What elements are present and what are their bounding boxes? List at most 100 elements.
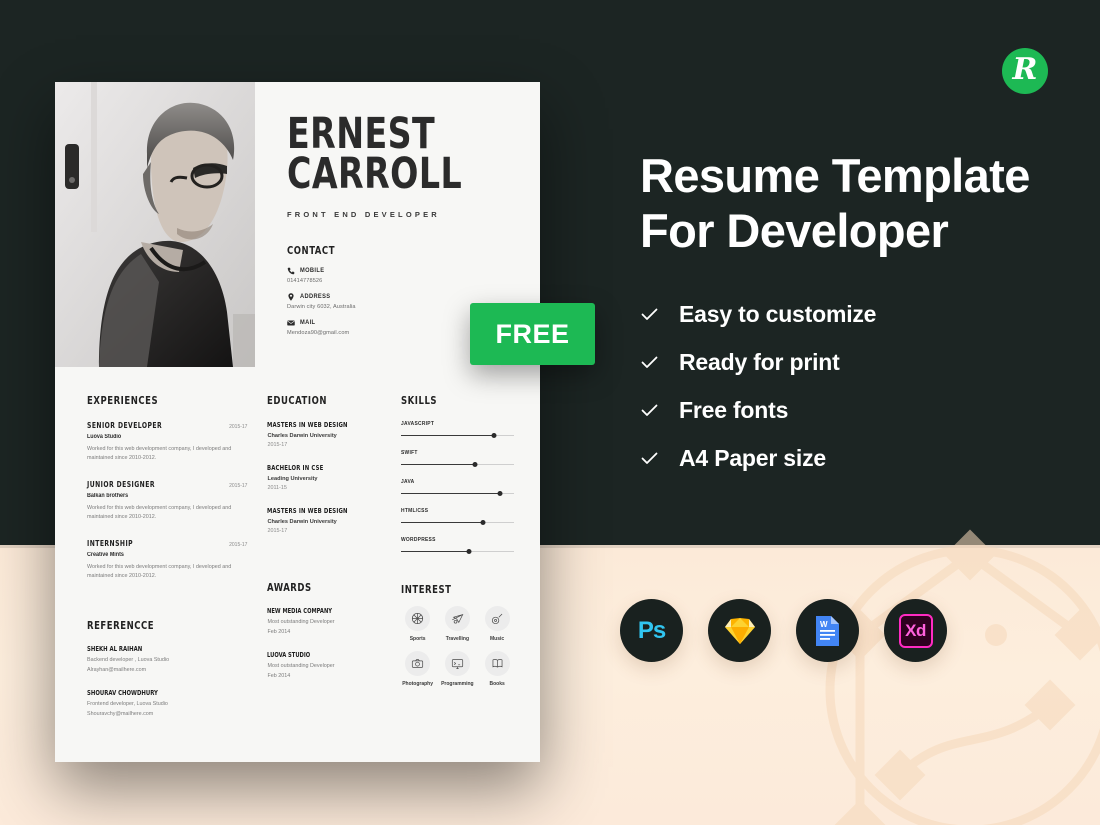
award-desc: Most outstanding Developer: [267, 663, 335, 669]
brand-logo-letter: R: [1012, 52, 1038, 87]
skill-name: JAVASCRIPT: [400, 421, 434, 427]
education-item: MASTERS IN WEB DESIGN Charles Darwin Uni…: [267, 507, 380, 534]
skill-item: JAVASCRIPT: [400, 421, 514, 439]
resume-name-line2: CARROLL: [287, 148, 463, 199]
svg-text:W: W: [820, 620, 828, 629]
interest-item: Books: [480, 651, 514, 687]
experience-desc: Worked for this web development company,…: [87, 504, 232, 521]
headline-line1: Resume Template: [640, 149, 1030, 202]
feature-item: Ready for print: [640, 349, 1060, 376]
interest-item: Travelling: [440, 606, 474, 642]
award-desc: Most outstanding Developer: [267, 619, 335, 625]
skill-slider[interactable]: [400, 461, 514, 468]
interest-label: Photography: [402, 681, 434, 687]
sketch-icon[interactable]: [708, 599, 771, 662]
experience-desc: Worked for this web development company,…: [87, 563, 232, 580]
feature-label: Free fonts: [679, 396, 789, 423]
skill-slider[interactable]: [400, 548, 514, 555]
interest-label: Programming: [441, 681, 474, 687]
reference-item: SHOURAV CHOWDHURY Frontend developer, Lu…: [87, 689, 247, 717]
guitar-icon: [484, 606, 510, 631]
skill-item: WORDPRESS: [400, 537, 514, 555]
education-item: MASTERS IN WEB DESIGN Charles Darwin Uni…: [267, 421, 380, 448]
column-skills: SKILLS JAVASCRIPT SWIFT JAVA HTML/CSS WO…: [400, 395, 514, 733]
skill-item: JAVA: [400, 479, 514, 497]
contact-label: MAIL: [300, 319, 316, 327]
reference-name: SHEKH AL RAIHAN: [87, 644, 143, 653]
award-item: LUOVA STUDIO Most outstanding Developer …: [267, 651, 380, 679]
photoshop-label: Ps: [637, 616, 666, 644]
education-school: Leading University: [267, 476, 318, 482]
promo-panel: Resume Template For Developer Easy to cu…: [640, 148, 1060, 493]
feature-item: Easy to customize: [640, 301, 1060, 328]
education-degree: MASTERS IN WEB DESIGN: [267, 421, 349, 429]
contact-value: 01414778526: [287, 277, 323, 284]
contact-row: MOBILE 01414778526: [287, 267, 514, 284]
reference-role: Frontend developer, Luova Studio: [87, 700, 168, 707]
reference-role: Backend developer , Luova Studio: [87, 656, 170, 663]
education-school: Charles Darwin University: [267, 433, 337, 439]
awards-title: AWARDS: [267, 582, 313, 594]
book-icon: [484, 651, 510, 676]
education-years: 2015-17: [267, 442, 288, 448]
experience-item: JUNIOR DESIGNER 2015-17 Balkan brothers …: [87, 480, 247, 523]
interest-label: Music: [490, 636, 505, 642]
check-icon: [640, 353, 659, 372]
vector-path-watermark: [825, 529, 1100, 825]
format-badges: Ps W Xd: [620, 599, 947, 662]
experience-title: INTERNSHIP: [87, 538, 134, 548]
interest-title: INTEREST: [400, 584, 452, 596]
skill-name: JAVA: [400, 479, 415, 485]
references-title: REFERENCCE: [87, 619, 155, 632]
feature-label: Ready for print: [679, 348, 840, 375]
profile-photo: [55, 82, 255, 367]
free-badge[interactable]: FREE: [470, 303, 595, 365]
column-education: EDUCATION MASTERS IN WEB DESIGN Charles …: [267, 395, 380, 733]
skill-name: WORDPRESS: [400, 537, 436, 543]
education-title: EDUCATION: [267, 395, 328, 407]
free-badge-label: FREE: [495, 318, 570, 349]
award-title: NEW MEDIA COMPANY: [267, 607, 333, 615]
award-date: Feb 2014: [267, 673, 291, 679]
phone-icon: [287, 267, 295, 275]
experiences-title: EXPERIENCES: [87, 395, 159, 407]
award-item: NEW MEDIA COMPANY Most outstanding Devel…: [267, 607, 380, 635]
word-doc-icon[interactable]: W: [796, 599, 859, 662]
location-pin-icon: [287, 293, 295, 301]
experience-date: 2015-17: [229, 541, 248, 548]
resume-preview-card[interactable]: ERNEST CARROLL FRONT END DEVELOPER CONTA…: [55, 82, 540, 762]
interest-item: Photography: [401, 651, 435, 687]
experience-title: SENIOR DEVELOPER: [87, 421, 163, 430]
contact-label: MOBILE: [300, 267, 325, 275]
feature-list: Easy to customize Ready for print Free f…: [640, 301, 1060, 472]
education-years: 2015-17: [267, 528, 288, 534]
skill-name: SWIFT: [400, 450, 418, 456]
interest-item: Programming: [440, 651, 474, 687]
experience-item: INTERNSHIP 2015-17 Creative Mints Worked…: [87, 539, 247, 582]
feature-label: Easy to customize: [679, 300, 877, 327]
experience-desc: Worked for this web development company,…: [87, 446, 232, 462]
check-icon: [640, 305, 659, 324]
resume-role: FRONT END DEVELOPER: [287, 209, 440, 219]
experience-title: JUNIOR DESIGNER: [87, 479, 155, 489]
monitor-icon: [444, 651, 470, 676]
photoshop-icon[interactable]: Ps: [620, 599, 683, 662]
skill-slider[interactable]: [400, 519, 514, 526]
contact-title: CONTACT: [287, 244, 336, 257]
experience-org: Creative Mints: [87, 551, 124, 558]
interest-grid: Sports Travelling Music Photography Prog…: [401, 606, 514, 687]
headline-line2: For Developer: [640, 204, 949, 258]
adobe-xd-icon[interactable]: Xd: [884, 599, 947, 662]
check-icon: [640, 449, 659, 468]
interest-item: Sports: [401, 606, 435, 642]
reference-item: SHEKH AL RAIHAN Backend developer , Luov…: [87, 645, 247, 673]
reference-email: Shouravchy@mailhere.com: [87, 710, 154, 717]
interest-label: Travelling: [445, 636, 470, 642]
resume-header: ERNEST CARROLL FRONT END DEVELOPER CONTA…: [55, 82, 540, 367]
interest-label: Books: [489, 681, 505, 687]
skill-name: HTML/CSS: [400, 508, 429, 514]
skill-slider[interactable]: [400, 490, 514, 497]
skill-slider[interactable]: [400, 432, 514, 439]
education-school: Charles Darwin University: [267, 519, 337, 525]
brand-logo[interactable]: R: [1002, 48, 1048, 94]
